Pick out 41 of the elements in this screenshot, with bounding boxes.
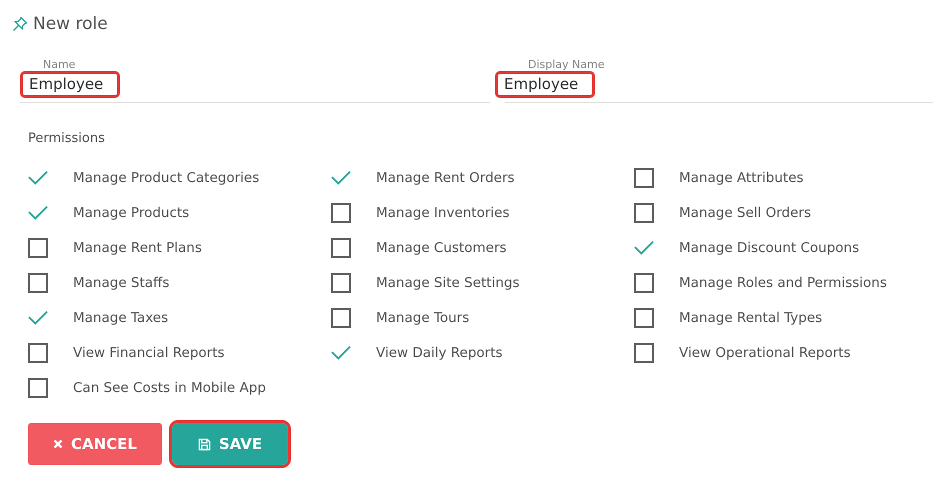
permission-label: Manage Attributes — [679, 170, 804, 186]
checkbox[interactable] — [28, 272, 48, 292]
checkbox[interactable] — [331, 202, 351, 222]
permission-label: Manage Discount Coupons — [679, 240, 860, 256]
field-label: Name — [42, 58, 76, 71]
checkbox[interactable] — [331, 272, 351, 292]
field-label: Display Name — [527, 58, 606, 71]
permission-label: View Daily Reports — [376, 344, 503, 360]
checkbox[interactable] — [634, 168, 654, 188]
page-title: New role — [33, 14, 108, 34]
permission-label: Manage Staffs — [73, 274, 170, 290]
checkbox[interactable] — [331, 238, 351, 258]
checkbox[interactable] — [634, 342, 654, 362]
permission-label: Manage Rent Orders — [376, 170, 515, 186]
permission-label: Can See Costs in Mobile App — [73, 380, 266, 396]
save-icon — [198, 438, 211, 450]
section-label: Permissions — [28, 131, 106, 146]
checkbox[interactable] — [331, 308, 351, 328]
checkbox[interactable] — [634, 272, 654, 292]
permission-label: Manage Tours — [376, 310, 470, 326]
permission-label: Manage Customers — [376, 240, 507, 256]
permission-label: View Financial Reports — [73, 344, 225, 360]
text-field[interactable]: Employee — [20, 71, 120, 98]
checkbox[interactable] — [634, 308, 654, 328]
checkbox[interactable] — [634, 202, 654, 222]
permission-label: Manage Sell Orders — [679, 204, 811, 220]
permission-label: Manage Inventories — [376, 204, 510, 220]
permission-label: Manage Product Categories — [73, 170, 260, 186]
permission-label: Manage Roles and Permissions — [679, 274, 887, 290]
text-field[interactable]: Employee — [495, 71, 596, 98]
permission-label: View Operational Reports — [679, 344, 851, 360]
pin-icon — [12, 16, 28, 32]
checkbox[interactable] — [28, 238, 48, 258]
permission-label: Manage Rent Plans — [73, 240, 202, 256]
permission-label: Manage Products — [73, 204, 190, 220]
checkbox[interactable] — [28, 378, 48, 398]
close-icon — [53, 439, 63, 449]
permission-label: Manage Taxes — [73, 310, 168, 326]
permission-label: Manage Site Settings — [376, 274, 520, 290]
permission-label: Manage Rental Types — [679, 310, 822, 326]
checkbox[interactable] — [28, 342, 48, 362]
